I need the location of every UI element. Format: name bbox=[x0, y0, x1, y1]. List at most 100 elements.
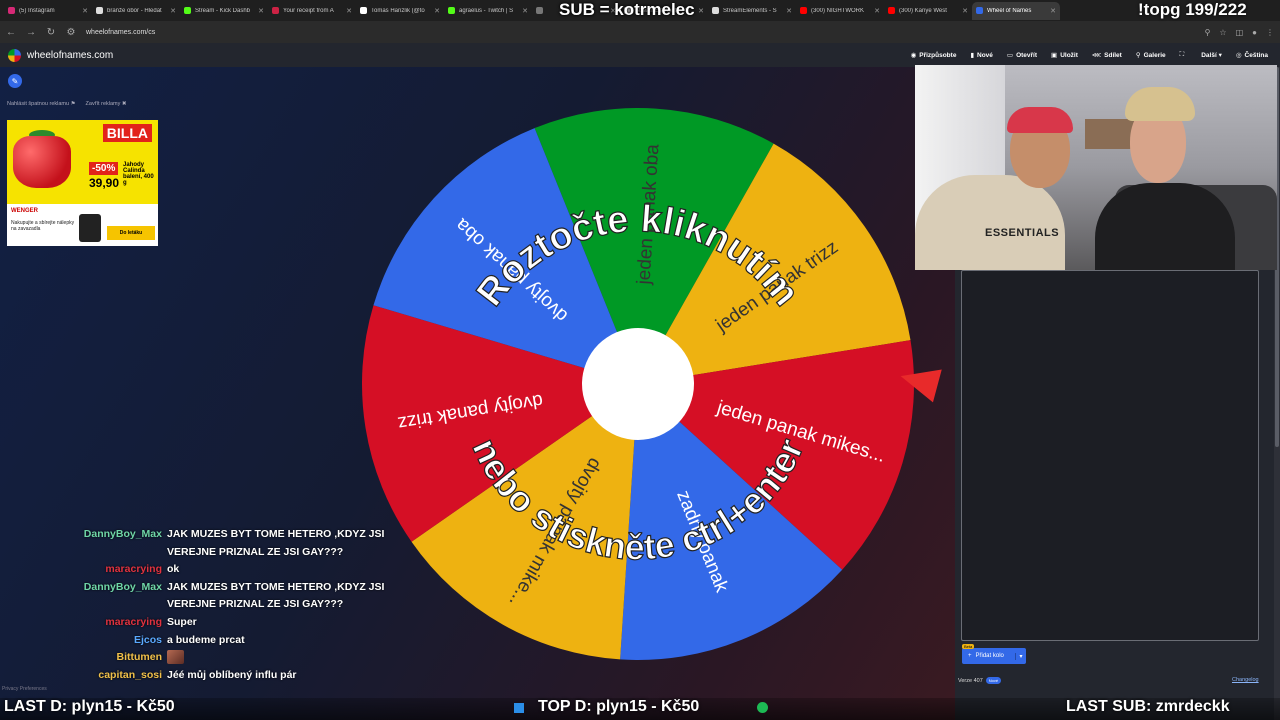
topg-counter: !topg 199/222 bbox=[1138, 0, 1247, 19]
chat-message: capitan_sosi Jéé můj oblíbený influ pár bbox=[70, 667, 400, 685]
add-wheel-button[interactable]: + Přidat kolo ▾ bbox=[962, 648, 1026, 664]
menu-save[interactable]: ▣ Uložit bbox=[1051, 51, 1078, 59]
browser-tab[interactable]: StreamElements - S ✕ bbox=[708, 2, 796, 20]
menu-more[interactable]: Další ▾ bbox=[1201, 51, 1222, 59]
url-input[interactable]: wheelofnames.com/cs bbox=[86, 28, 156, 36]
menu-label: Sdílet bbox=[1104, 52, 1122, 59]
menu-label: Nové bbox=[977, 52, 993, 59]
reload-icon[interactable]: ↻ bbox=[46, 27, 56, 38]
wheel-logo-icon[interactable] bbox=[8, 48, 21, 62]
wheel-svg[interactable]: jeden panak obajeden panak trizzjeden pa… bbox=[358, 104, 918, 664]
privacy-preferences-link[interactable]: Privacy Preferences bbox=[2, 686, 47, 692]
menu-customize[interactable]: ◉ Přizpůsobte bbox=[911, 51, 957, 59]
flag-icon: ⚑ bbox=[70, 101, 76, 107]
browser-tab[interactable]: Your receipt from A ✕ bbox=[268, 2, 356, 20]
spin-wheel[interactable]: jeden panak oba jeden panak trizz jeden pa… bbox=[358, 104, 918, 664]
forward-icon[interactable]: → bbox=[26, 27, 36, 38]
tab-close-icon[interactable]: ✕ bbox=[698, 7, 704, 15]
menu-label: Otevřít bbox=[1016, 52, 1038, 59]
bookmark-star-icon[interactable]: ☆ bbox=[1219, 28, 1226, 37]
ad-cta-button[interactable]: Do letáku bbox=[107, 226, 155, 240]
chat-message: maracrying Super bbox=[70, 614, 400, 632]
last-subscriber: LAST SUB: zmrdeckk bbox=[1066, 698, 1230, 715]
changelog-link[interactable]: Changelog bbox=[1232, 677, 1259, 683]
tab-favicon-icon bbox=[8, 7, 15, 14]
new-badge: Nové bbox=[985, 677, 1002, 684]
chat-username[interactable]: Ejcos bbox=[70, 632, 162, 650]
browser-tab[interactable]: (300) NIGHTWORK ✕ bbox=[796, 2, 884, 20]
version-label: Verze 407 bbox=[958, 677, 983, 684]
profile-icon[interactable]: ● bbox=[1252, 28, 1257, 37]
edit-pencil-icon[interactable]: ✎ bbox=[8, 74, 22, 88]
wheel-center[interactable] bbox=[582, 328, 694, 440]
menu-language[interactable]: ◎ Čeština bbox=[1236, 51, 1268, 59]
globe-icon: ◎ bbox=[1235, 52, 1242, 59]
add-wheel-label: Přidat kolo bbox=[975, 653, 1004, 659]
menu-label: Čeština bbox=[1244, 52, 1268, 59]
tab-favicon-icon bbox=[976, 7, 983, 14]
chat-username[interactable]: DannyBoy_Max bbox=[70, 526, 162, 561]
ad-brand-logo: BILLA bbox=[102, 124, 152, 142]
share-icon: ⋘ bbox=[1091, 52, 1102, 59]
folder-icon: ▭ bbox=[1006, 52, 1014, 59]
tab-close-icon[interactable]: ✕ bbox=[874, 7, 880, 15]
report-ad-link[interactable]: Nahlásit špatnou reklamu ⚑ bbox=[7, 101, 76, 107]
strawberry-image bbox=[13, 136, 71, 188]
browser-tab[interactable]: Wheel of Names ✕ bbox=[972, 1, 1060, 20]
streamer-right-body bbox=[1095, 183, 1235, 270]
browser-tab[interactable]: Tomas Hanzlik (@to ✕ bbox=[356, 2, 444, 20]
chat-username[interactable]: maracrying bbox=[70, 614, 162, 632]
browser-tab[interactable]: (300) Kanye West ✕ bbox=[884, 2, 972, 20]
menu-gallery[interactable]: ⚲ Galerie bbox=[1136, 51, 1166, 59]
entries-textarea[interactable] bbox=[961, 270, 1259, 641]
menu-share[interactable]: ⋘ Sdílet bbox=[1092, 51, 1122, 59]
zoom-icon[interactable]: ⚲ bbox=[1205, 28, 1211, 37]
browser-tab[interactable]: branže obor - Hledat ✕ bbox=[92, 2, 180, 20]
site-menu: ◉ Přizpůsobte ▮ Nové ▭ Otevřít ▣ Uložit ⋘ Sdí… bbox=[911, 51, 1272, 59]
chat-username[interactable]: maracrying bbox=[70, 561, 162, 579]
site-name[interactable]: wheelofnames.com bbox=[27, 50, 113, 61]
tab-close-icon[interactable]: ✕ bbox=[786, 7, 792, 15]
chevron-down-icon[interactable]: ▾ bbox=[1015, 652, 1026, 660]
extension-icon[interactable]: ◫ bbox=[1236, 28, 1244, 37]
tab-close-icon[interactable]: ✕ bbox=[258, 7, 264, 15]
close-ads-link[interactable]: Zavřít reklamy ✖ bbox=[86, 101, 127, 107]
menu-fullscreen[interactable]: ⛶ bbox=[1180, 51, 1188, 59]
tab-close-icon[interactable]: ✕ bbox=[434, 7, 440, 15]
tab-favicon-icon bbox=[800, 7, 807, 14]
tab-favicon-icon bbox=[712, 7, 719, 14]
browser-tab[interactable]: (5) Instagram ✕ bbox=[4, 2, 92, 20]
tab-close-icon[interactable]: ✕ bbox=[170, 7, 176, 15]
tab-close-icon[interactable]: ✕ bbox=[1050, 7, 1056, 15]
spotify-icon[interactable] bbox=[757, 702, 768, 713]
chat-message: DannyBoy_Max JAK MUZES BYT TOME HETERO ,K… bbox=[70, 579, 400, 614]
last-donation: LAST D: plyn15 - Kč50 bbox=[4, 698, 175, 715]
menu-open[interactable]: ▭ Otevřít bbox=[1007, 51, 1037, 59]
site-info-icon[interactable]: ⚙ bbox=[66, 27, 76, 38]
chat-emote-icon bbox=[167, 650, 184, 665]
chat-text: a budeme prcat bbox=[167, 633, 245, 646]
menu-new[interactable]: ▮ Nové bbox=[970, 51, 992, 59]
tab-label: (5) Instagram bbox=[19, 7, 55, 14]
tab-label: (300) Kanye West bbox=[899, 7, 947, 14]
tab-close-icon[interactable]: ✕ bbox=[346, 7, 352, 15]
close-ads-label: Zavřít reklamy bbox=[85, 101, 121, 107]
browser-tab[interactable]: agraelus - Twitch | S ✕ bbox=[444, 2, 532, 20]
windows-start-icon[interactable] bbox=[514, 703, 524, 713]
chat-username[interactable]: DannyBoy_Max bbox=[70, 579, 162, 614]
advertisement[interactable]: BILLA -50% 39,90 Jahody Calinda balení, … bbox=[7, 120, 158, 246]
ad-price: 39,90 bbox=[89, 176, 120, 190]
browser-tab[interactable]: Stream - Kick Dashb ✕ bbox=[180, 2, 268, 20]
close-icon: ✖ bbox=[121, 101, 127, 107]
streamer-left-cap bbox=[1007, 107, 1073, 133]
top-donation: TOP D: plyn15 - Kč50 bbox=[538, 698, 700, 715]
chevron-down-icon: ▾ bbox=[1218, 52, 1222, 59]
tab-close-icon[interactable]: ✕ bbox=[82, 7, 88, 15]
tab-close-icon[interactable]: ✕ bbox=[522, 7, 528, 15]
tab-close-icon[interactable]: ✕ bbox=[962, 7, 968, 15]
ad-partner-logo: WENGER bbox=[11, 208, 38, 214]
chat-username[interactable]: Bittumen bbox=[70, 649, 163, 667]
kebab-menu-icon[interactable]: ⋮ bbox=[1266, 28, 1274, 37]
chat-username[interactable]: capitan_sosi bbox=[70, 667, 162, 685]
back-icon[interactable]: ← bbox=[6, 27, 16, 38]
